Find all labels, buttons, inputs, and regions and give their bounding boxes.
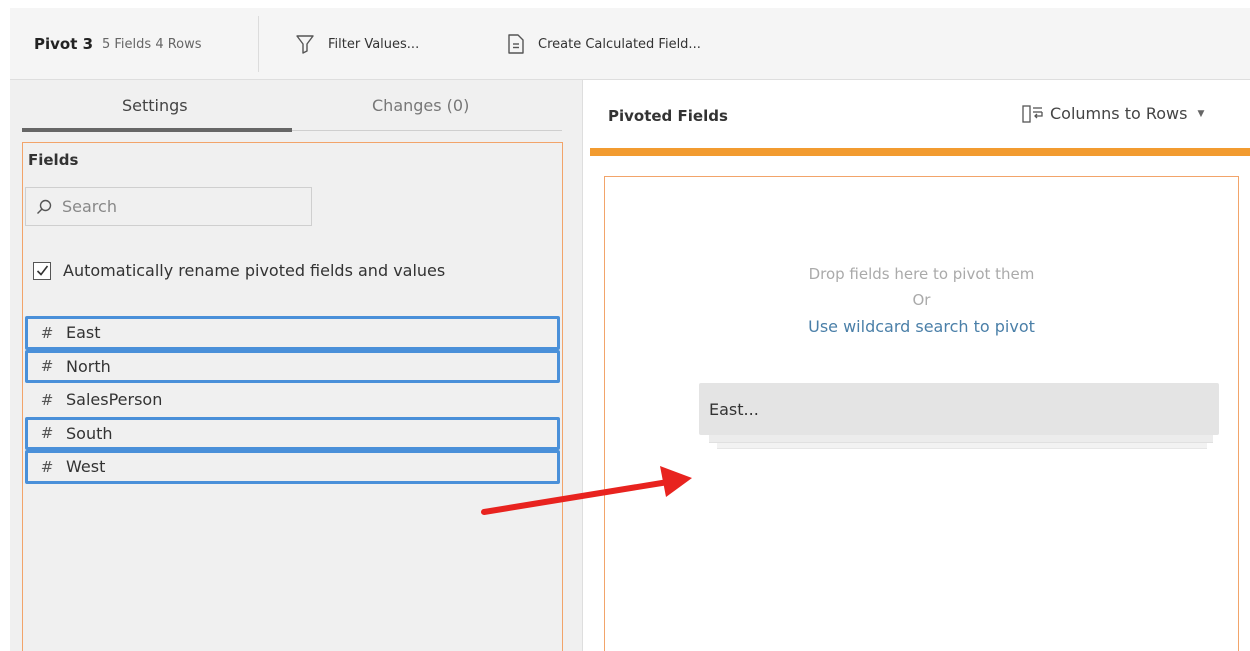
wildcard-search-link[interactable]: Use wildcard search to pivot: [605, 317, 1238, 336]
tab-settings[interactable]: Settings: [122, 96, 188, 115]
create-calculated-field-button[interactable]: Create Calculated Field...: [508, 30, 701, 58]
toolbar-divider: [258, 16, 259, 72]
search-input[interactable]: [62, 197, 292, 216]
field-item-north[interactable]: # North: [25, 349, 560, 383]
hash-icon: #: [40, 424, 54, 443]
drag-stack-shadow: [717, 443, 1207, 449]
filter-values-button[interactable]: Filter Values...: [296, 30, 419, 58]
auto-rename-option: Automatically rename pivoted fields and …: [33, 261, 445, 280]
toolbar: Pivot 3 5 Fields 4 Rows Filter Values...…: [10, 8, 1250, 80]
tab-changes[interactable]: Changes (0): [372, 96, 469, 115]
field-label: North: [66, 356, 111, 376]
chevron-down-icon: ▼: [1197, 108, 1205, 119]
filter-values-label: Filter Values...: [328, 36, 420, 52]
create-calculated-field-label: Create Calculated Field...: [538, 36, 701, 52]
checkmark-icon: [36, 265, 48, 276]
fields-heading: Fields: [28, 151, 79, 169]
pivot-drop-zone[interactable]: Drop fields here to pivot them Or Use wi…: [604, 176, 1239, 651]
columns-to-rows-icon: [1022, 104, 1043, 123]
pivoted-fields-heading: Pivoted Fields: [608, 107, 728, 125]
hash-icon: #: [40, 323, 54, 342]
dragged-fields-label: East...: [709, 399, 759, 419]
search-icon: [37, 199, 52, 214]
field-label: SalesPerson: [66, 390, 163, 410]
field-item-south[interactable]: # South: [25, 416, 560, 450]
or-text: Or: [912, 291, 931, 309]
hash-icon: #: [40, 357, 54, 376]
field-item-salesperson[interactable]: # SalesPerson: [25, 383, 560, 417]
pivoted-fields-panel: Pivoted Fields Columns to Rows ▼ Drop fi…: [584, 80, 1250, 651]
calculated-field-icon: [508, 34, 524, 54]
field-item-west[interactable]: # West: [25, 450, 560, 484]
pivot-accent-bar: [590, 148, 1250, 156]
search-box[interactable]: [25, 187, 312, 226]
field-item-east[interactable]: # East: [25, 316, 560, 350]
field-label: East: [66, 323, 101, 343]
auto-rename-label: Automatically rename pivoted fields and …: [63, 261, 446, 280]
dragged-fields-card[interactable]: East...: [699, 383, 1219, 435]
fields-section: Fields Automatically rename pivoted fiel…: [22, 142, 563, 651]
step-meta: 5 Fields 4 Rows: [102, 37, 202, 52]
active-tab-indicator: [22, 128, 292, 132]
filter-icon: [296, 35, 314, 54]
settings-panel: Settings Changes (0) Fields Automaticall…: [10, 80, 583, 651]
hash-icon: #: [40, 457, 54, 476]
auto-rename-checkbox[interactable]: [33, 261, 51, 280]
drag-stack-shadow: [709, 435, 1213, 443]
hash-icon: #: [40, 390, 54, 409]
field-list: # East # North # SalesPerson # South # W…: [25, 316, 560, 484]
drop-hint-text: Drop fields here to pivot them: [808, 265, 1035, 283]
pivot-mode-dropdown[interactable]: Columns to Rows ▼: [1022, 104, 1204, 123]
field-label: West: [66, 457, 106, 477]
pivot-mode-label: Columns to Rows: [1050, 104, 1188, 123]
step-title: Pivot 3: [34, 35, 94, 53]
field-label: South: [66, 423, 113, 443]
